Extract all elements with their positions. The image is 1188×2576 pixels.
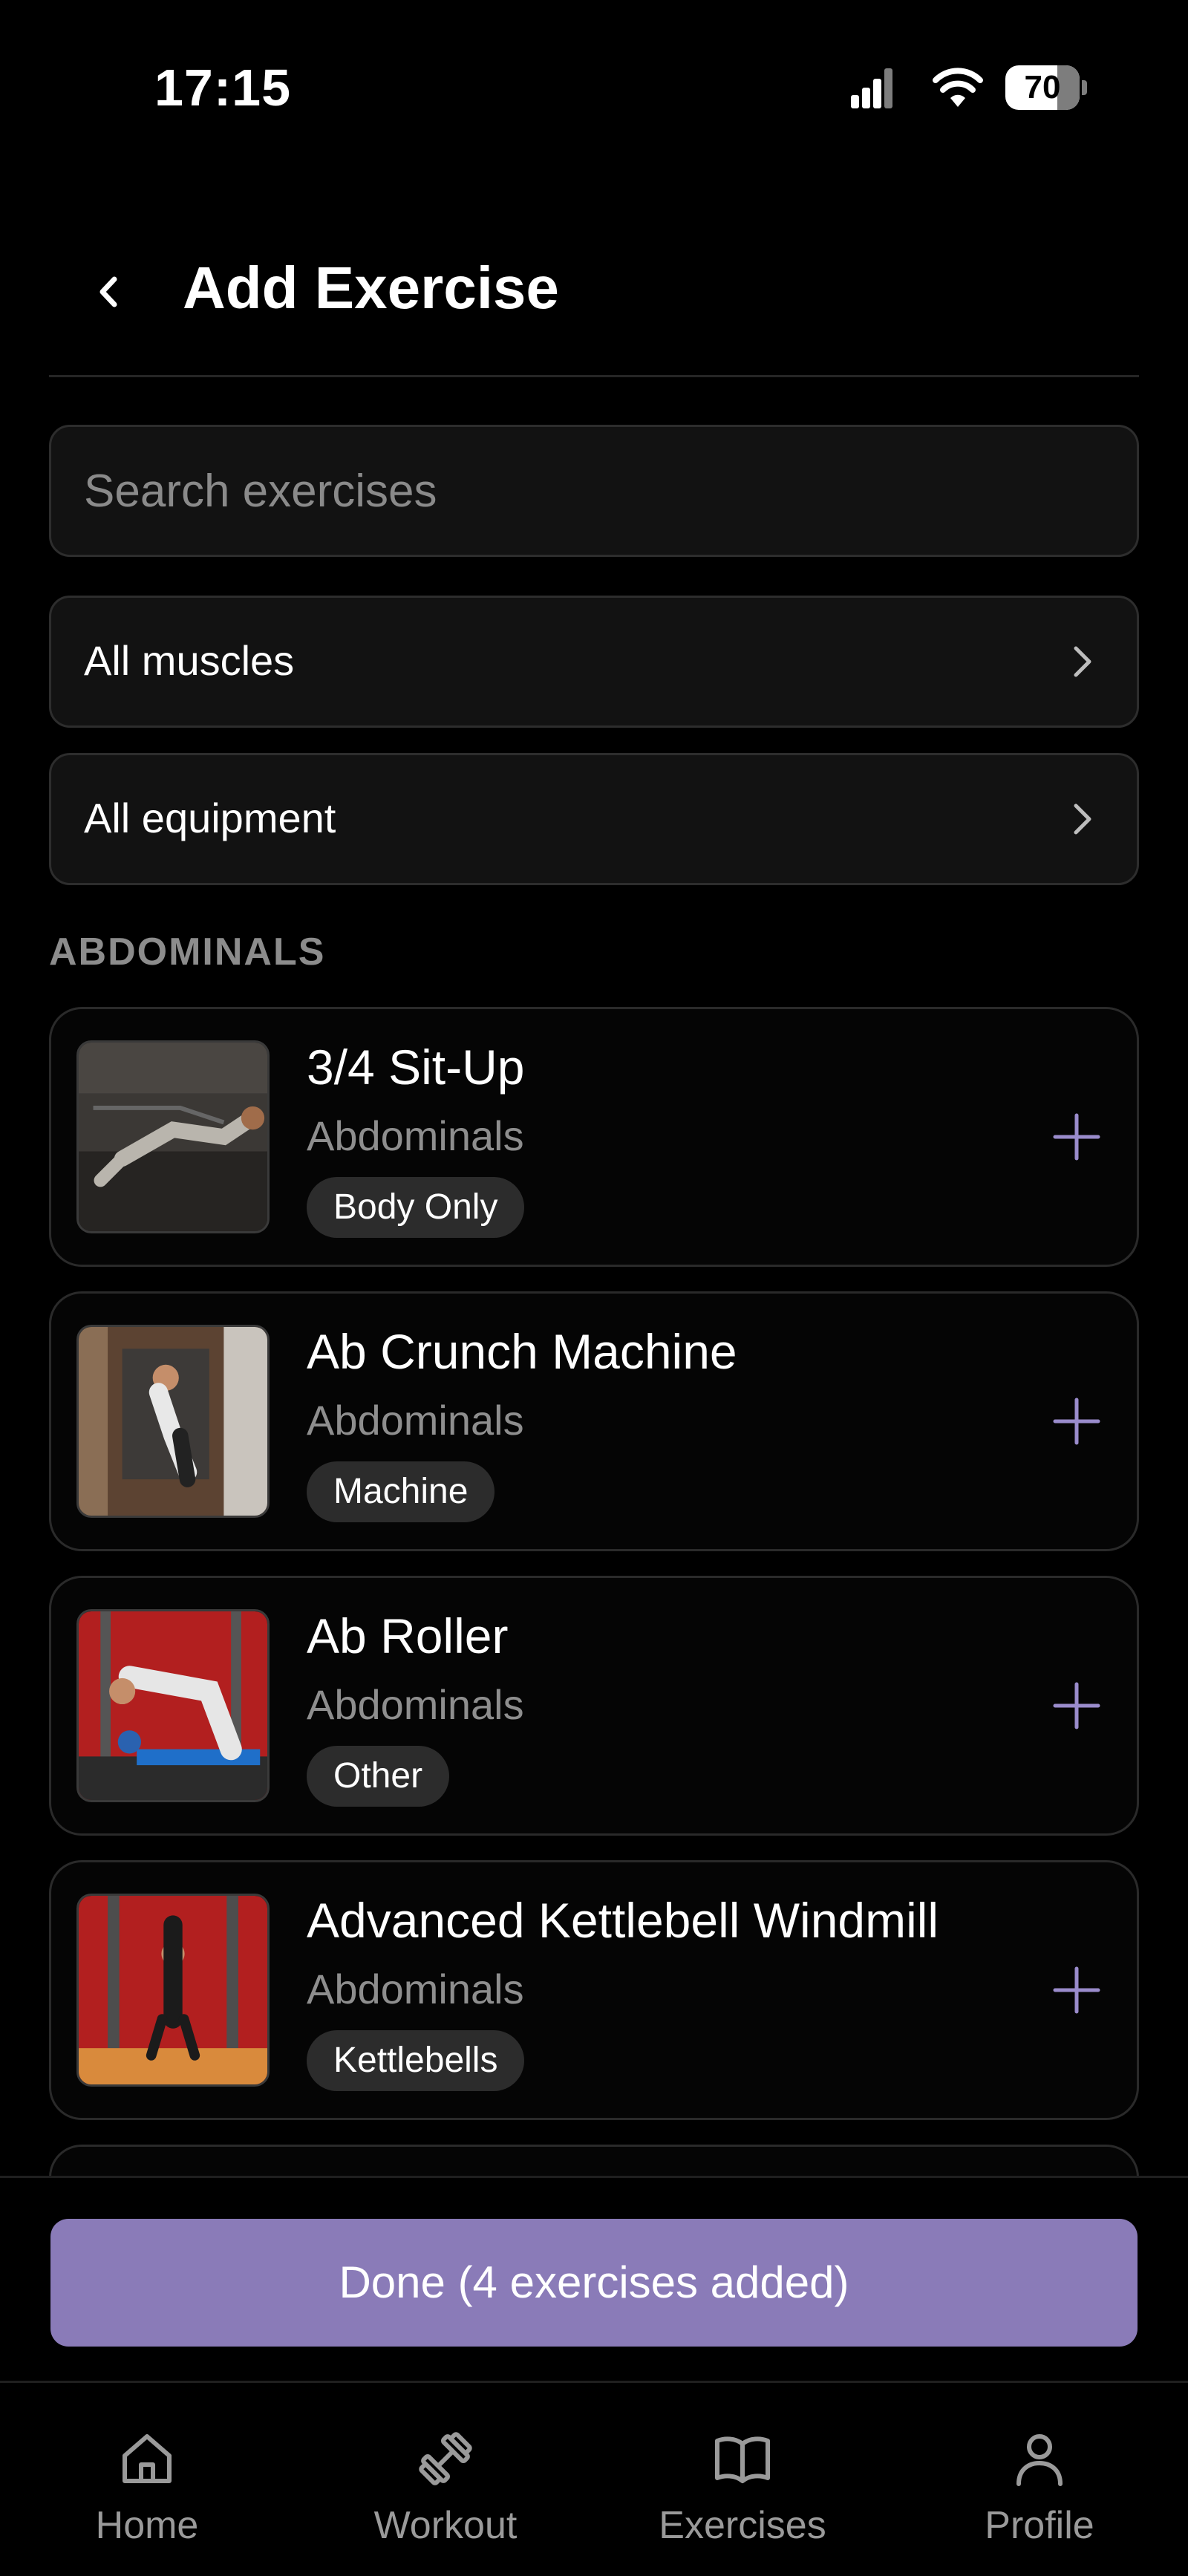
battery-level: 70 [1024,69,1061,105]
equipment-badge: Machine [307,1461,495,1522]
tab-workout[interactable]: Workout [349,2427,542,2561]
book-icon [715,2436,770,2483]
exercise-card[interactable]: Ab Roller Abdominals Other [49,1576,1139,1836]
dumbbell-icon [419,2432,472,2485]
exercise-muscle: Abdominals [307,1966,524,2012]
exercise-name: Ab Crunch Machine [307,1324,737,1379]
add-icon[interactable] [1048,1392,1106,1450]
status-time: 17:15 [154,59,292,117]
add-icon[interactable] [1048,1677,1106,1735]
person-icon [1016,2434,1063,2486]
page-title: Add Exercise [183,255,559,321]
tab-profile[interactable]: Profile [943,2427,1136,2561]
exercise-card[interactable]: Ab Crunch Machine Abdominals Machine [49,1291,1139,1551]
exercise-card[interactable]: 3/4 Sit-Up Abdominals Body Only [49,1007,1139,1267]
done-button[interactable]: Done (4 exercises added) [50,2219,1138,2347]
exercise-muscle: Abdominals [307,1112,524,1159]
tab-home[interactable]: Home [50,2427,244,2561]
equipment-badge: Body Only [307,1177,525,1238]
muscle-filter-button[interactable]: All muscles [49,596,1139,728]
cellular-signal-icon [851,68,892,108]
tab-label: Exercises [659,2504,826,2547]
add-icon[interactable] [1048,1961,1106,2019]
tab-bar: Home Workout Exercises Profile [0,2381,1188,2576]
search-field [49,425,1139,557]
equipment-filter-label: All equipment [84,795,336,841]
tab-label: Profile [985,2504,1094,2547]
page-header: Add Exercise [49,223,1139,377]
exercise-list: 3/4 Sit-Up Abdominals Body Only Ab Crunc… [0,995,1188,2177]
add-exercise-screen: 17:15 70 Add Exercise A [0,0,1188,2576]
exercise-name: Ab Roller [307,1608,509,1663]
home-icon [123,2434,172,2483]
battery-icon: 70 [1005,65,1080,110]
exercise-thumbnail [76,1894,270,2087]
chevron-right-icon [1074,803,1091,835]
exercise-thumbnail [76,1325,270,1518]
tab-exercises[interactable]: Exercises [646,2427,839,2561]
equipment-badge: Other [307,1746,450,1807]
section-header: ABDOMINALS [49,930,326,974]
tab-label: Workout [373,2504,518,2547]
battery-indicator: 70 [1005,65,1087,110]
search-input[interactable] [84,427,1101,555]
exercise-card[interactable]: Advanced Kettlebell Windmill Abdominals … [49,1860,1139,2120]
tab-label: Home [95,2504,199,2547]
exercise-name: Advanced Kettlebell Windmill [307,1893,939,1948]
exercise-muscle: Abdominals [307,1397,524,1444]
exercise-thumbnail [76,1609,270,1802]
exercise-name: 3/4 Sit-Up [307,1040,525,1095]
chevron-right-icon [1074,646,1091,677]
wifi-icon [933,68,983,107]
status-bar: 17:15 70 [0,0,1188,141]
back-chevron-icon[interactable] [86,266,131,318]
exercise-thumbnail [76,1040,270,1233]
muscle-filter-label: All muscles [84,637,295,684]
equipment-filter-button[interactable]: All equipment [49,753,1139,885]
exercise-muscle: Abdominals [307,1681,524,1728]
add-icon[interactable] [1048,1108,1106,1166]
equipment-badge: Kettlebells [307,2030,525,2091]
exercise-card[interactable] [49,2145,1139,2177]
done-bar: Done (4 exercises added) [0,2176,1188,2382]
